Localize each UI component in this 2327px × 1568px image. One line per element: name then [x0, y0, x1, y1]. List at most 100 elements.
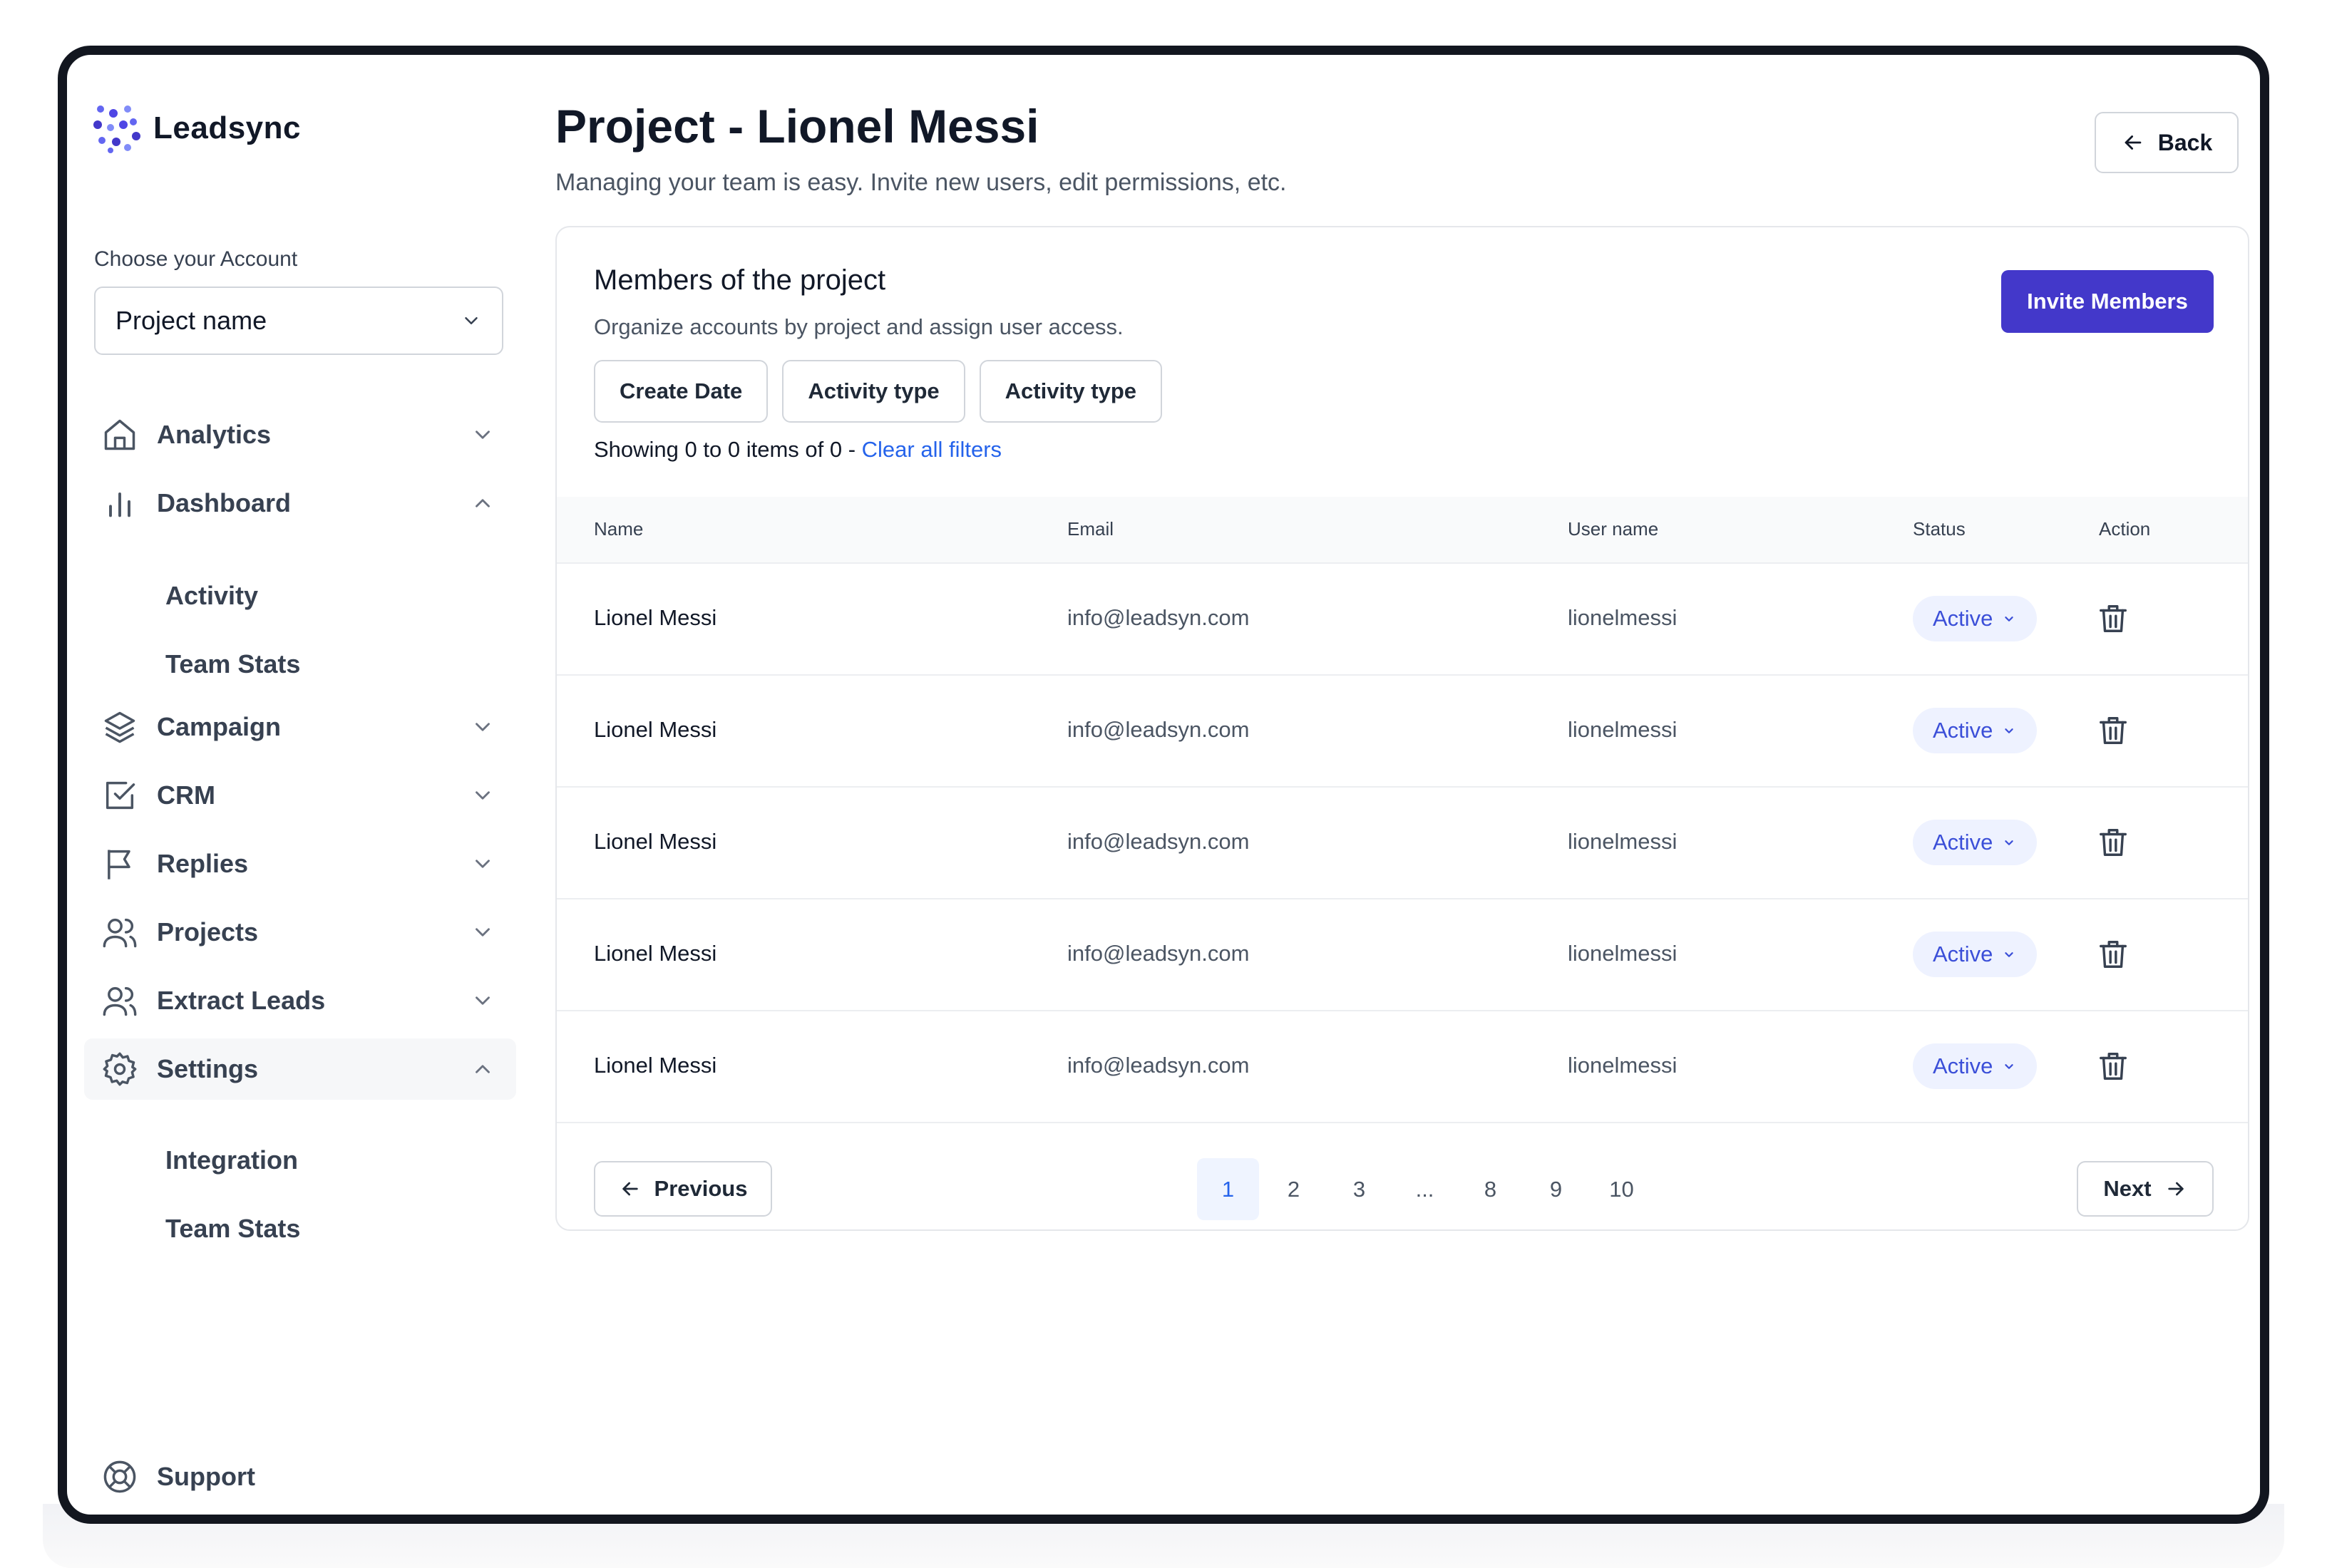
- sidebar-item-extract-leads[interactable]: Extract Leads: [84, 970, 516, 1031]
- chevron-down-icon: [476, 791, 490, 800]
- status-dropdown[interactable]: Active: [1913, 932, 2038, 977]
- filter-activity-type-button[interactable]: Activity type: [782, 360, 965, 423]
- sidebar-item-support[interactable]: Support: [84, 1448, 255, 1505]
- member-name: Lionel Messi: [594, 1053, 717, 1078]
- account-select[interactable]: Project name: [94, 287, 503, 355]
- sidebar-item-label: Extract Leads: [157, 986, 326, 1015]
- chevron-down-icon: [2005, 840, 2014, 845]
- member-name: Lionel Messi: [594, 829, 717, 854]
- chevron-down-icon: [476, 723, 490, 731]
- page-button[interactable]: 10: [1591, 1158, 1653, 1220]
- chevron-up-icon: [476, 499, 490, 507]
- sidebar-item-label: CRM: [157, 780, 215, 810]
- sidebar-item-crm[interactable]: CRM: [84, 765, 516, 826]
- members-card: Members of the project Organize accounts…: [555, 226, 2249, 1231]
- status-dropdown[interactable]: Active: [1913, 1043, 2038, 1089]
- card-title: Members of the project: [594, 264, 886, 296]
- chevron-down-icon: [2005, 617, 2014, 621]
- sidebar-item-campaign[interactable]: Campaign: [84, 696, 516, 758]
- page-button[interactable]: 8: [1459, 1158, 1521, 1220]
- sidebar-item-replies[interactable]: Replies: [84, 833, 516, 894]
- arrow-left-icon: [2125, 135, 2142, 150]
- back-button[interactable]: Back: [2095, 112, 2239, 173]
- member-email: info@leadsyn.com: [1067, 1053, 1250, 1078]
- chevron-down-icon: [476, 430, 490, 439]
- filter-create-date-button[interactable]: Create Date: [594, 360, 769, 423]
- status-label: Active: [1933, 942, 1993, 966]
- table-row: Lionel Messi info@leadsyn.com lionelmess…: [557, 564, 2248, 676]
- arrow-left-icon: [622, 1182, 638, 1196]
- member-name: Lionel Messi: [594, 605, 717, 630]
- sidebar-subitem-activity[interactable]: Activity: [165, 581, 258, 611]
- column-header-email[interactable]: Email: [1067, 518, 1114, 540]
- table-row: Lionel Messi info@leadsyn.com lionelmess…: [557, 788, 2248, 899]
- sidebar-item-label: Projects: [157, 917, 259, 947]
- clear-all-filters-link[interactable]: Clear all filters: [862, 437, 1002, 462]
- filter-bar: Create Date Activity type Activity type: [594, 360, 1162, 423]
- filter-activity-type-button[interactable]: Activity type: [979, 360, 1162, 423]
- sidebar-item-label: Dashboard: [157, 488, 292, 517]
- member-email: info@leadsyn.com: [1067, 717, 1250, 742]
- page-title: Project - Lionel Messi: [555, 100, 1039, 153]
- trash-icon[interactable]: [2097, 714, 2130, 747]
- chevron-down-icon: [476, 928, 490, 937]
- sidebar-item-analytics[interactable]: Analytics: [84, 404, 516, 465]
- trash-icon[interactable]: [2097, 602, 2130, 635]
- column-header-name[interactable]: Name: [594, 518, 643, 540]
- sidebar-item-label: Campaign: [157, 712, 282, 741]
- results-summary-text: Showing 0 to 0 items of 0 -: [594, 437, 856, 462]
- choose-account-label: Choose your Account: [94, 247, 298, 271]
- sidebar-item-settings[interactable]: Settings: [84, 1038, 516, 1100]
- status-label: Active: [1933, 606, 1993, 631]
- member-email: info@leadsyn.com: [1067, 605, 1250, 630]
- gear-icon: [100, 1049, 140, 1089]
- invite-members-button[interactable]: Invite Members: [2001, 270, 2214, 333]
- member-email: info@leadsyn.com: [1067, 829, 1250, 854]
- member-email: info@leadsyn.com: [1067, 941, 1250, 966]
- status-label: Active: [1933, 830, 1993, 855]
- column-header-status[interactable]: Status: [1913, 518, 1966, 540]
- trash-icon[interactable]: [2097, 826, 2130, 859]
- results-summary: Showing 0 to 0 items of 0 - Clear all fi…: [594, 437, 1002, 463]
- layers-icon: [100, 707, 140, 747]
- brand-name: Leadsync: [153, 110, 301, 145]
- status-dropdown[interactable]: Active: [1913, 820, 2038, 865]
- sidebar-item-label: Support: [157, 1462, 255, 1491]
- page-button[interactable]: 3: [1328, 1158, 1390, 1220]
- next-button[interactable]: Next: [2077, 1161, 2214, 1217]
- trash-icon[interactable]: [2097, 938, 2130, 971]
- sidebar-item-dashboard[interactable]: Dashboard: [84, 473, 516, 534]
- sidebar-item-label: Settings: [157, 1054, 259, 1083]
- status-dropdown[interactable]: Active: [1913, 596, 2038, 641]
- member-username: lionelmessi: [1568, 717, 1678, 742]
- previous-button[interactable]: Previous: [594, 1161, 772, 1217]
- member-username: lionelmessi: [1568, 1053, 1678, 1078]
- sidebar-subitem-team-stats[interactable]: Team Stats: [165, 649, 300, 679]
- status-dropdown[interactable]: Active: [1913, 708, 2038, 753]
- table-row: Lionel Messi info@leadsyn.com lionelmess…: [557, 676, 2248, 788]
- page-button[interactable]: 2: [1263, 1158, 1325, 1220]
- users-icon: [100, 912, 140, 952]
- status-label: Active: [1933, 718, 1993, 743]
- page-button-current[interactable]: 1: [1197, 1158, 1259, 1220]
- next-button-label: Next: [2103, 1176, 2152, 1201]
- brand[interactable]: Leadsync: [92, 103, 301, 153]
- column-header-username[interactable]: User name: [1568, 518, 1658, 540]
- chevron-up-icon: [476, 1065, 490, 1073]
- app: Leadsync Choose your Account Project nam…: [67, 55, 2260, 1515]
- sidebar: Leadsync Choose your Account Project nam…: [67, 55, 523, 1515]
- sidebar-item-projects[interactable]: Projects: [84, 902, 516, 963]
- trash-icon[interactable]: [2097, 1050, 2130, 1083]
- table-header: Name Email User name Status Action: [557, 497, 2248, 564]
- status-label: Active: [1933, 1053, 1993, 1078]
- page-numbers: 1 2 3 ... 8 9 10: [1197, 1158, 1653, 1220]
- sidebar-item-label: Analytics: [157, 420, 272, 449]
- page-button[interactable]: 9: [1525, 1158, 1587, 1220]
- sidebar-subitem-integration[interactable]: Integration: [165, 1145, 298, 1175]
- chevron-down-icon: [465, 317, 478, 324]
- chevron-down-icon: [476, 860, 490, 868]
- sidebar-subitem-team-stats[interactable]: Team Stats: [165, 1214, 300, 1244]
- account-select-value: Project name: [115, 306, 267, 335]
- device-frame: Leadsync Choose your Account Project nam…: [58, 46, 2269, 1524]
- flag-icon: [100, 844, 140, 884]
